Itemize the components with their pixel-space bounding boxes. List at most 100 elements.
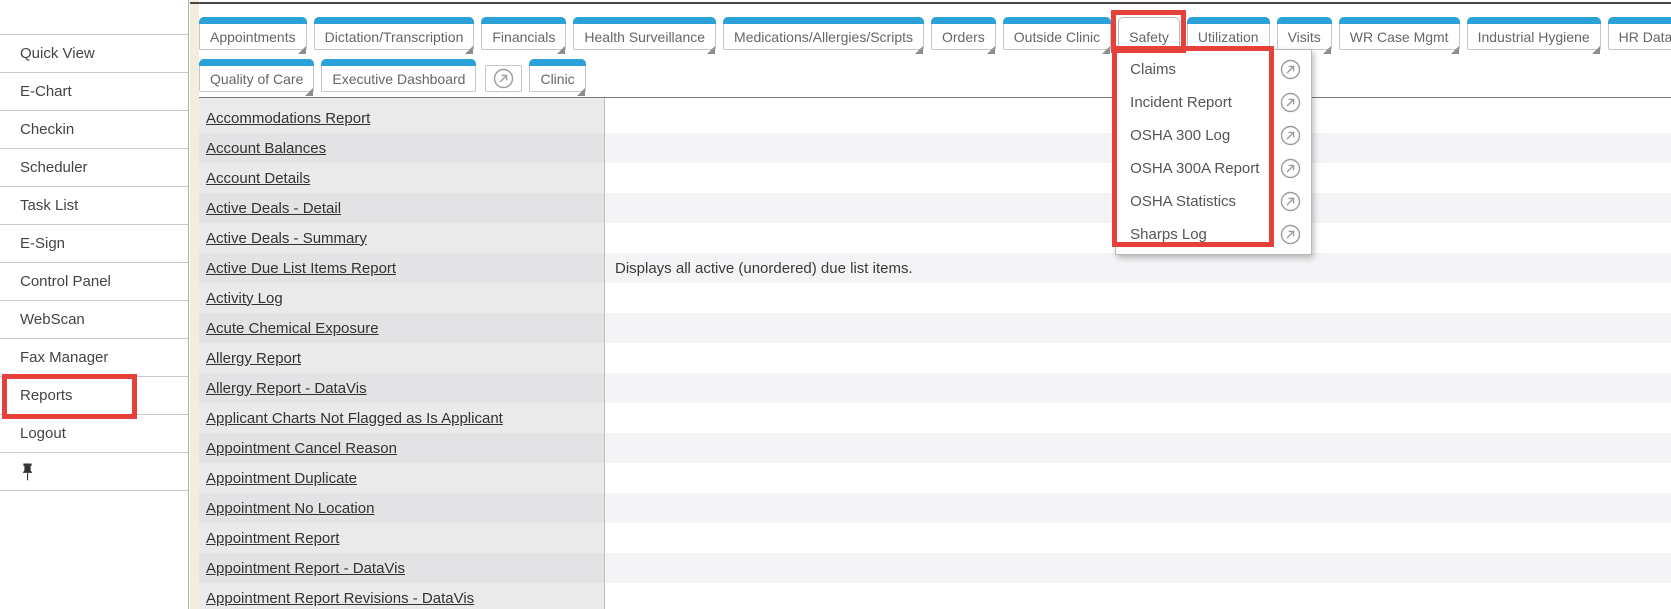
tab-label: Health Surveillance xyxy=(584,29,705,45)
open-report-icon[interactable] xyxy=(1280,125,1301,146)
menu-item-label: OSHA 300 Log xyxy=(1130,127,1230,144)
report-link-applicant-charts-not-flagged-as-is-applicant[interactable]: Applicant Charts Not Flagged as Is Appli… xyxy=(206,410,503,427)
tab-label: Dictation/Transcription xyxy=(325,29,464,45)
open-report-icon[interactable] xyxy=(1280,224,1301,245)
report-row: Acute Chemical Exposure xyxy=(199,313,604,343)
report-link-acute-chemical-exposure[interactable]: Acute Chemical Exposure xyxy=(206,320,379,337)
tab-dropdown-corner-icon xyxy=(987,46,995,54)
report-link-account-balances[interactable]: Account Balances xyxy=(206,140,326,157)
menu-item-osha-300-log[interactable]: OSHA 300 Log xyxy=(1116,119,1311,152)
description-row: Displays all active (unordered) due list… xyxy=(605,253,1671,283)
tab-wr-case-mgmt[interactable]: WR Case Mgmt xyxy=(1339,17,1460,50)
open-report-icon[interactable] xyxy=(493,68,514,89)
description-row xyxy=(605,343,1671,373)
tab-visits[interactable]: Visits xyxy=(1277,17,1332,50)
menu-item-sharps-log[interactable]: Sharps Log xyxy=(1116,218,1311,251)
sidebar-item-control-panel[interactable]: Control Panel xyxy=(0,263,188,301)
tab-utilization[interactable]: Utilization xyxy=(1187,17,1270,50)
safety-dropdown-menu: Claims Incident Report OSHA 300 Log OSHA… xyxy=(1115,49,1312,255)
tab-industrial-hygiene[interactable]: Industrial Hygiene xyxy=(1467,17,1601,50)
sidebar-item-reports[interactable]: Reports xyxy=(0,377,188,415)
sidebar-item-quick-view[interactable]: Quick View xyxy=(0,35,188,73)
report-row: Active Deals - Summary xyxy=(199,223,604,253)
tab-executive-dashboard-launch-button[interactable] xyxy=(485,65,522,92)
sidebar-item-scheduler[interactable]: Scheduler xyxy=(0,149,188,187)
tab-dictation-transcription[interactable]: Dictation/Transcription xyxy=(314,17,475,50)
report-row: Allergy Report - DataVis xyxy=(199,373,604,403)
tab-dropdown-corner-icon xyxy=(1102,46,1110,54)
report-link-accommodations-report[interactable]: Accommodations Report xyxy=(206,110,370,127)
tab-executive-dashboard[interactable]: Executive Dashboard xyxy=(321,59,476,92)
tab-quality-of-care[interactable]: Quality of Care xyxy=(199,59,314,92)
description-row xyxy=(605,433,1671,463)
tab-hr-data-feed[interactable]: HR Data Feed xyxy=(1608,17,1671,50)
panel-divider-strip xyxy=(190,0,199,609)
tab-clinic[interactable]: Clinic xyxy=(529,59,585,92)
sidebar-item-fax-manager[interactable]: Fax Manager xyxy=(0,339,188,377)
menu-item-osha-300a-report[interactable]: OSHA 300A Report xyxy=(1116,152,1311,185)
tab-financials[interactable]: Financials xyxy=(481,17,566,50)
report-description-text: Displays all active (unordered) due list… xyxy=(615,260,913,277)
tab-label: Industrial Hygiene xyxy=(1478,29,1590,45)
description-row xyxy=(605,583,1671,609)
sidebar-item-e-sign[interactable]: E-Sign xyxy=(0,225,188,263)
open-report-icon[interactable] xyxy=(1280,191,1301,212)
menu-item-label: Incident Report xyxy=(1130,94,1232,111)
sidebar-item-task-list[interactable]: Task List xyxy=(0,187,188,225)
report-link-appointment-report[interactable]: Appointment Report xyxy=(206,530,339,547)
description-row xyxy=(605,283,1671,313)
open-report-icon[interactable] xyxy=(1280,92,1301,113)
menu-item-incident-report[interactable]: Incident Report xyxy=(1116,86,1311,119)
tab-health-surveillance[interactable]: Health Surveillance xyxy=(573,17,716,50)
tab-label: Utilization xyxy=(1198,29,1259,45)
report-row: Account Balances xyxy=(199,133,604,163)
pushpin-icon xyxy=(20,463,35,481)
sidebar-item-label: Quick View xyxy=(20,45,95,62)
report-link-appointment-report-revisions-datavis[interactable]: Appointment Report Revisions - DataVis xyxy=(206,590,474,607)
menu-item-osha-statistics[interactable]: OSHA Statistics xyxy=(1116,185,1311,218)
report-link-allergy-report-datavis[interactable]: Allergy Report - DataVis xyxy=(206,380,367,397)
tab-orders[interactable]: Orders xyxy=(931,17,996,50)
report-row: Appointment Cancel Reason xyxy=(199,433,604,463)
module-tab-bar-row2: Quality of CareExecutive Dashboard Clini… xyxy=(199,59,586,92)
sidebar-item-label: E-Chart xyxy=(20,83,72,100)
report-link-account-details[interactable]: Account Details xyxy=(206,170,310,187)
report-link-appointment-cancel-reason[interactable]: Appointment Cancel Reason xyxy=(206,440,397,457)
report-link-appointment-duplicate[interactable]: Appointment Duplicate xyxy=(206,470,357,487)
description-row xyxy=(605,493,1671,523)
report-link-active-due-list-items-report[interactable]: Active Due List Items Report xyxy=(206,260,396,277)
report-row: Active Deals - Detail xyxy=(199,193,604,223)
menu-item-label: Claims xyxy=(1130,61,1176,78)
report-row: Accommodations Report xyxy=(199,103,604,133)
tab-label: WR Case Mgmt xyxy=(1350,29,1449,45)
sidebar-item-logout[interactable]: Logout xyxy=(0,415,188,453)
open-report-icon[interactable] xyxy=(1280,158,1301,179)
description-row xyxy=(605,403,1671,433)
report-link-active-deals-summary[interactable]: Active Deals - Summary xyxy=(206,230,367,247)
sidebar-item-e-chart[interactable]: E-Chart xyxy=(0,73,188,111)
open-report-icon[interactable] xyxy=(1280,59,1301,80)
tab-outside-clinic[interactable]: Outside Clinic xyxy=(1003,17,1111,50)
sidebar: Quick View E-Chart CheckinSchedulerTask Li… xyxy=(0,0,189,609)
sidebar-item-checkin[interactable]: Checkin xyxy=(0,111,188,149)
tab-dropdown-corner-icon xyxy=(298,46,306,54)
report-link-allergy-report[interactable]: Allergy Report xyxy=(206,350,301,367)
tab-appointments[interactable]: Appointments xyxy=(199,17,307,50)
tab-safety[interactable]: SafetyClaims Incident Report OSHA 300 Lo… xyxy=(1118,17,1180,50)
sidebar-pin-toggle[interactable] xyxy=(0,453,188,491)
tab-medications-allergies-scripts[interactable]: Medications/Allergies/Scripts xyxy=(723,17,924,50)
tab-dropdown-corner-icon xyxy=(915,46,923,54)
report-link-active-deals-detail[interactable]: Active Deals - Detail xyxy=(206,200,341,217)
report-link-appointment-no-location[interactable]: Appointment No Location xyxy=(206,500,374,517)
report-row: Appointment Report xyxy=(199,523,604,553)
menu-item-claims[interactable]: Claims xyxy=(1116,53,1311,86)
report-link-activity-log[interactable]: Activity Log xyxy=(206,290,283,307)
tab-dropdown-corner-icon xyxy=(305,88,313,96)
report-row: Activity Log xyxy=(199,283,604,313)
description-row xyxy=(605,313,1671,343)
report-link-appointment-report-datavis[interactable]: Appointment Report - DataVis xyxy=(206,560,405,577)
report-list: Accommodations Report Account Balances Acc… xyxy=(199,98,605,609)
sidebar-item-webscan[interactable]: WebScan xyxy=(0,301,188,339)
tab-label: HR Data Feed xyxy=(1619,29,1671,45)
tab-label: Appointments xyxy=(210,29,296,45)
